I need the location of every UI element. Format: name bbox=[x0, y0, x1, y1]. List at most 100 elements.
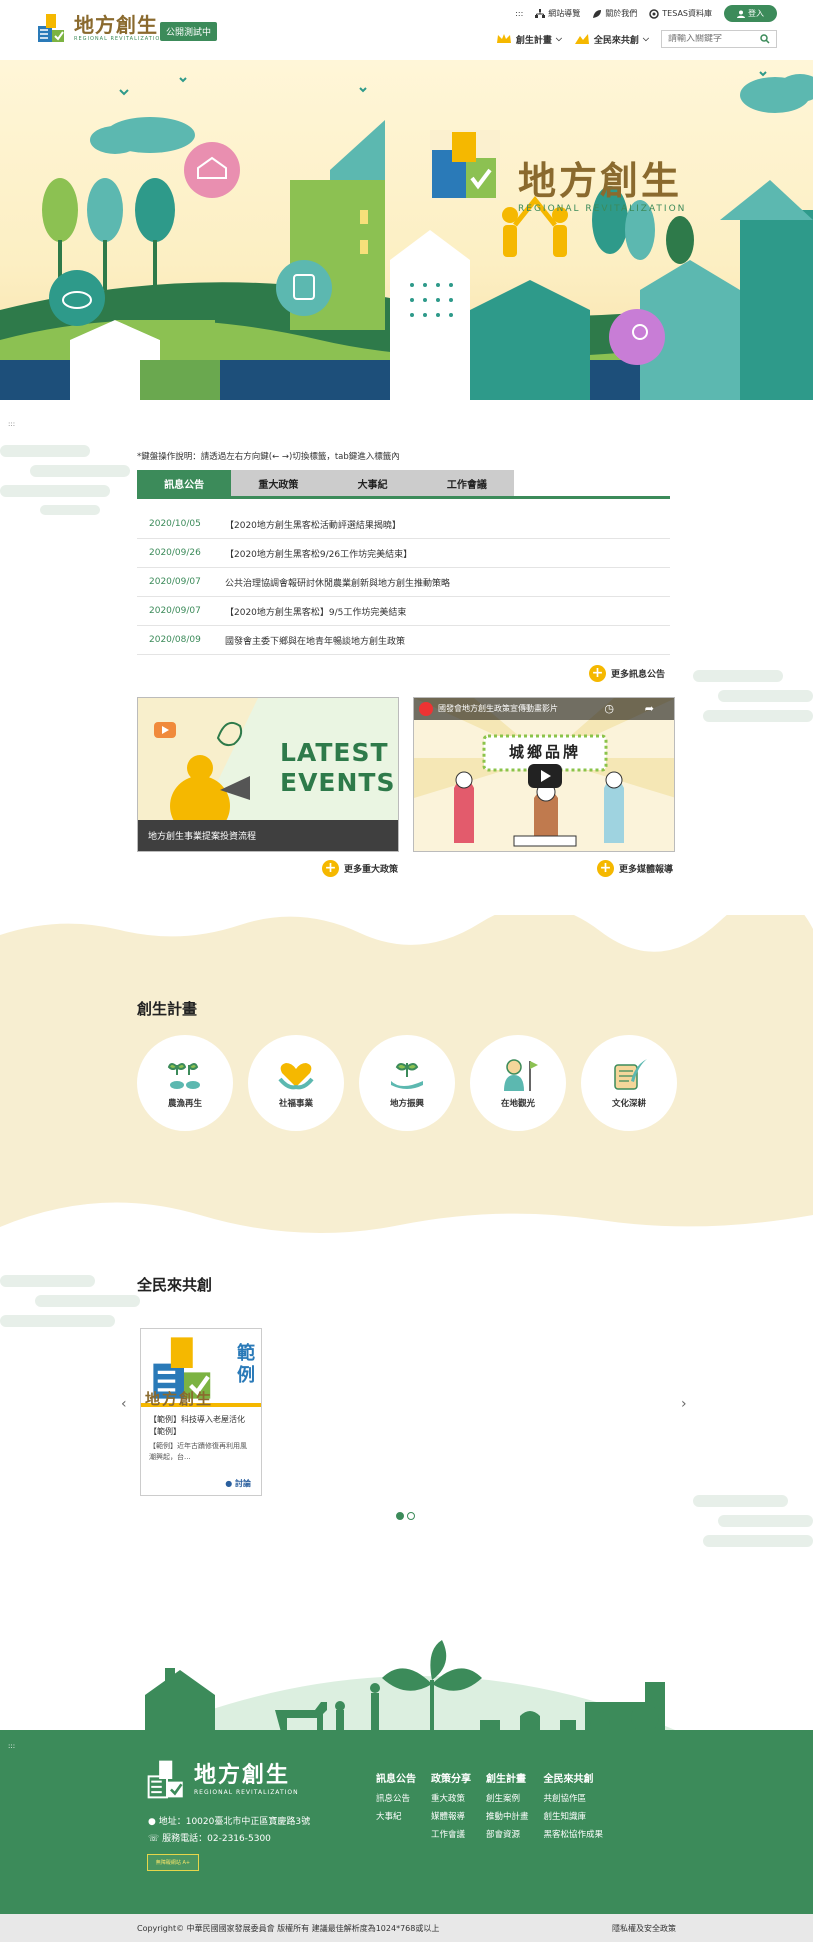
content-anchor[interactable]: ::: bbox=[8, 420, 15, 428]
footer-col-cocreate: 全民來共創 共創協作區 創生知識庫 黑客松協作成果 bbox=[544, 1770, 604, 1840]
share-icon[interactable]: ➦ bbox=[645, 702, 654, 715]
carousel-prev-arrow[interactable]: ‹ bbox=[121, 1396, 127, 1412]
map-pin-icon: ● bbox=[148, 1817, 156, 1827]
nav-cocreate-label: 全民來共創 bbox=[593, 35, 639, 46]
privacy-link[interactable]: 隱私權及安全政策 bbox=[612, 1923, 676, 1934]
footer-link[interactable]: 訊息公告 bbox=[376, 1792, 416, 1804]
footer-address-text: 地址：10020臺北市中正區寶慶路3號 bbox=[158, 1817, 311, 1827]
sitemap-link[interactable]: 網站導覽 bbox=[535, 8, 580, 19]
chevron-down-icon: ⌵ bbox=[642, 34, 649, 43]
news-item[interactable]: 2020/10/05 【2020地方創生黑客松活動評選結果揭曉】 bbox=[137, 510, 670, 539]
plan-social-welfare[interactable]: 社福事業 bbox=[248, 1035, 344, 1131]
footer-nav: 訊息公告 訊息公告 大事紀 政策分享 重大政策 媒體報導 工作會議 創生計畫 創… bbox=[376, 1770, 603, 1840]
login-button[interactable]: 登入 bbox=[724, 5, 777, 22]
tesas-link[interactable]: TESAS資料庫 bbox=[649, 8, 712, 19]
search-box bbox=[661, 30, 777, 48]
hero-logo-subtitle: REGIONAL REVITALIZATION bbox=[518, 204, 687, 214]
search-input[interactable] bbox=[668, 34, 758, 44]
about-link[interactable]: 關於我們 bbox=[592, 8, 637, 19]
news-item[interactable]: 2020/09/07 【2020地方創生黑客松】9/5工作坊完美結束 bbox=[137, 597, 670, 626]
footer-link[interactable]: 部會資源 bbox=[486, 1828, 529, 1840]
hero-logo-text: 地方創生 REGIONAL REVITALIZATION bbox=[518, 160, 686, 214]
news-title: 【2020地方創生黑客松】9/5工作坊完美結束 bbox=[225, 607, 407, 618]
accessibility-badge[interactable]: 無障礙網站 A+ bbox=[147, 1854, 199, 1871]
footer-link[interactable]: 工作會議 bbox=[431, 1828, 471, 1840]
news-title: 國發會主委下鄉與在地青年暢談地方創生政策 bbox=[225, 636, 406, 647]
news-title: 公共治理協調會報研討休閒農業創新與地方創生推動策略 bbox=[225, 578, 451, 589]
sprout-fish-icon bbox=[167, 1063, 200, 1089]
footer-link[interactable]: 創生知識庫 bbox=[544, 1810, 604, 1822]
header-anchor[interactable]: ::: bbox=[515, 9, 523, 18]
tab-policies[interactable]: 重大政策 bbox=[231, 470, 326, 496]
news-date: 2020/09/07 bbox=[149, 577, 201, 587]
plan-tourism[interactable]: 在地觀光 bbox=[470, 1035, 566, 1131]
more-media-link[interactable]: + 更多媒體報導 bbox=[597, 860, 673, 877]
footer-logo[interactable]: 地方創生 REGIONAL REVITALIZATION bbox=[146, 1758, 299, 1800]
more-announcements-link[interactable]: + 更多訊息公告 bbox=[589, 665, 665, 682]
cocreate-card-image: 範例 地方創生 bbox=[141, 1329, 261, 1408]
footer-link[interactable]: 創生案例 bbox=[486, 1792, 529, 1804]
news-item[interactable]: 2020/08/09 國發會主委下鄉與在地青年暢談地方創生政策 bbox=[137, 626, 670, 655]
plan-culture[interactable]: 文化深耕 bbox=[581, 1035, 677, 1131]
cocreate-card[interactable]: 範例 地方創生 【範例】科技導入老屋活化【範例】 【範例】近年古蹟修復再利用風潮… bbox=[140, 1328, 262, 1496]
site-logo[interactable]: 地方創生 REGIONAL REVITALIZATION bbox=[36, 12, 165, 44]
cloud-decoration bbox=[693, 1495, 813, 1547]
footer-col-heading[interactable]: 全民來共創 bbox=[544, 1770, 604, 1785]
sitemap-label: 網站導覽 bbox=[548, 9, 581, 18]
tesas-label: TESAS資料庫 bbox=[662, 9, 712, 18]
plus-icon: + bbox=[589, 665, 606, 682]
tab-timeline[interactable]: 大事紀 bbox=[325, 470, 420, 496]
example-badge: 範例 bbox=[237, 1343, 255, 1386]
sitemap-icon bbox=[535, 8, 546, 18]
footer-link[interactable]: 大事紀 bbox=[376, 1810, 416, 1822]
nav-cocreate[interactable]: 全民來共創 ⌵ bbox=[574, 33, 649, 46]
page: { "header": { "logo_cn": "地方創生", "logo_e… bbox=[0, 0, 813, 1942]
video-title: 國發會地方創生政策宣傳動畫影片 bbox=[438, 704, 558, 713]
discussion-tag-label: 討論 bbox=[235, 1479, 251, 1488]
cocreate-card-title: 【範例】科技導入老屋活化【範例】 bbox=[149, 1415, 245, 1436]
carousel-dot[interactable] bbox=[396, 1512, 404, 1520]
heart-hands-icon bbox=[278, 1063, 314, 1090]
footer-link[interactable]: 推動中計畫 bbox=[486, 1810, 529, 1822]
more-announcements-label: 更多訊息公告 bbox=[611, 670, 666, 680]
nav-plans[interactable]: 創生計畫 ⌵ bbox=[496, 33, 562, 46]
tab-meetings[interactable]: 工作會議 bbox=[419, 470, 514, 496]
keyboard-hint: *鍵盤操作說明：請透過左右方向鍵(← →)切換標籤，tab鍵進入標籤內 bbox=[137, 452, 400, 462]
carousel-dot[interactable] bbox=[407, 1512, 415, 1520]
logo-mark-icon bbox=[147, 1760, 183, 1799]
search-icon[interactable] bbox=[760, 34, 770, 44]
events-heading-line2: EVENTS bbox=[280, 768, 396, 797]
logo-subtitle: REGIONAL REVITALIZATION bbox=[74, 36, 165, 42]
nav-plans-label: 創生計畫 bbox=[515, 35, 552, 46]
hand-sprout-icon bbox=[391, 1063, 423, 1089]
footer-col-heading[interactable]: 創生計畫 bbox=[486, 1770, 529, 1785]
footer-link[interactable]: 黑客松協作成果 bbox=[544, 1828, 604, 1840]
footer-contact: ● 地址：10020臺北市中正區寶慶路3號 ☏ 服務電話：02-2316-530… bbox=[148, 1814, 310, 1848]
scroll-quill-icon bbox=[614, 1059, 647, 1090]
policy-card[interactable]: LATEST EVENTS 地方創生事業提案投資流程 bbox=[137, 697, 399, 852]
user-icon bbox=[737, 10, 745, 18]
footer-col-heading[interactable]: 訊息公告 bbox=[376, 1770, 416, 1785]
cloud-decoration bbox=[0, 1275, 140, 1327]
plan-local-revival[interactable]: 地方振興 bbox=[359, 1035, 455, 1131]
more-policies-link[interactable]: + 更多重大政策 bbox=[322, 860, 398, 877]
video-player[interactable]: 國發會地方創生政策宣傳動畫影片 城鄉品牌 ◷ ➦ bbox=[413, 697, 675, 852]
footer-phone: ☏ 服務電話：02-2316-5300 bbox=[148, 1831, 310, 1848]
footer-col-heading[interactable]: 政策分享 bbox=[431, 1770, 471, 1785]
hero-logo-title: 地方創生 bbox=[518, 159, 683, 203]
beta-badge: 公開測試中 bbox=[160, 22, 218, 41]
more-media-label: 更多媒體報導 bbox=[619, 865, 674, 875]
footer-link[interactable]: 重大政策 bbox=[431, 1792, 471, 1804]
tab-announcements[interactable]: 訊息公告 bbox=[137, 470, 232, 496]
news-tabs: 訊息公告 重大政策 大事紀 工作會議 bbox=[137, 470, 514, 496]
news-item[interactable]: 2020/09/26 【2020地方創生黑客松9/26工作坊完美結束】 bbox=[137, 539, 670, 568]
clock-icon[interactable]: ◷ bbox=[604, 702, 614, 715]
cocreate-card-desc: 【範例】近年古蹟修復再利用風潮興起，台... bbox=[149, 1442, 247, 1461]
news-item[interactable]: 2020/09/07 公共治理協調會報研討休閒農業創新與地方創生推動策略 bbox=[137, 568, 670, 597]
footer-link[interactable]: 共創協作區 bbox=[544, 1792, 604, 1804]
about-label: 關於我們 bbox=[605, 9, 638, 18]
plan-agriculture[interactable]: 農漁再生 bbox=[137, 1035, 233, 1131]
footer-anchor[interactable]: ::: bbox=[8, 1742, 15, 1750]
carousel-next-arrow[interactable]: › bbox=[681, 1396, 687, 1412]
footer-link[interactable]: 媒體報導 bbox=[431, 1810, 471, 1822]
